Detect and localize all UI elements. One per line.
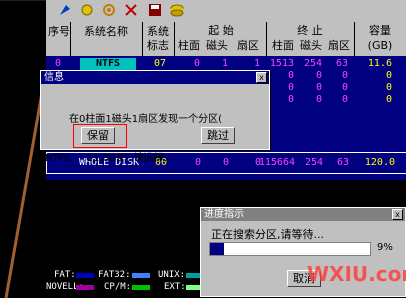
legend-fat32: FAT32: xyxy=(98,270,131,280)
header-capacity-unit: (GB) xyxy=(367,39,393,52)
disk-icon[interactable] xyxy=(170,3,184,17)
header-end-head: 磁头 xyxy=(300,39,322,52)
header-start: 起 始 xyxy=(208,24,234,37)
legend-cpm: CP/M: xyxy=(104,282,132,292)
progress-dialog: 进度指示 x 正在搜索分区,请等待... 9% 取消 WXIU.com xyxy=(200,207,406,297)
filesystem-legend: FAT: FAT32: UNIX: NOVELL: CP/M: EXT: xyxy=(46,268,206,298)
gear-icon[interactable] xyxy=(102,3,116,17)
sun-icon[interactable] xyxy=(80,3,94,17)
progress-percent: 9% xyxy=(377,242,393,253)
header-sysname: 系统名称 xyxy=(84,25,128,38)
legend-fat-swatch xyxy=(76,273,94,278)
header-end-cyl: 柱面 xyxy=(272,39,294,52)
legend-cpm-swatch xyxy=(132,285,150,290)
header-start-sector: 扇区 xyxy=(237,39,259,52)
watermark: WXIU.com xyxy=(307,262,406,286)
legend-fat: FAT: xyxy=(54,270,76,280)
dialog-message-line2: NTFS :11.6GB), 请选择: xyxy=(45,153,168,164)
header-seq: 序号 xyxy=(48,25,70,38)
legend-fat32-swatch xyxy=(132,273,150,278)
close-icon[interactable]: x xyxy=(256,72,267,83)
keep-button[interactable]: 保留 xyxy=(81,127,115,144)
paint-icon[interactable] xyxy=(58,3,72,17)
dialog-titlebar: 信息 x xyxy=(41,71,269,84)
table-row[interactable]: 0 NTFS 07 0 1 1 1513 254 63 11.6 xyxy=(46,58,406,70)
close-icon[interactable]: x xyxy=(392,209,403,220)
header-end: 终 止 xyxy=(297,24,323,37)
table-header: 序号 系统名称 系统标志 起 始 柱面 磁头 扇区 终 止 柱面 磁头 扇区 容… xyxy=(46,22,406,56)
dialog-title: 信息 xyxy=(44,72,64,83)
progress-message: 正在搜索分区,请等待... xyxy=(211,228,324,241)
header-start-cyl: 柱面 xyxy=(178,39,200,52)
progress-bar xyxy=(209,242,371,256)
header-end-sector: 扇区 xyxy=(328,39,350,52)
save-icon[interactable] xyxy=(148,3,162,17)
header-start-head: 磁头 xyxy=(206,39,228,52)
progress-bar-fill xyxy=(210,243,225,255)
legend-unix: UNIX: xyxy=(158,270,186,280)
legend-ext: EXT: xyxy=(164,282,186,292)
legend-novell-swatch xyxy=(76,285,94,290)
skip-button[interactable]: 跳过 xyxy=(201,127,235,144)
delete-icon[interactable] xyxy=(124,3,138,17)
header-capacity: 容量 xyxy=(369,24,391,37)
progress-title: 进度指示 xyxy=(204,209,244,220)
progress-titlebar: 进度指示 x xyxy=(201,208,405,221)
header-sysflag: 系统标志 xyxy=(147,25,169,52)
info-dialog: 信息 x 在0柱面1磁头1扇区发现一个分区( NTFS :11.6GB), 请选… xyxy=(40,70,270,164)
toolbar xyxy=(46,0,406,23)
selected-partition-name[interactable]: NTFS xyxy=(80,58,136,70)
